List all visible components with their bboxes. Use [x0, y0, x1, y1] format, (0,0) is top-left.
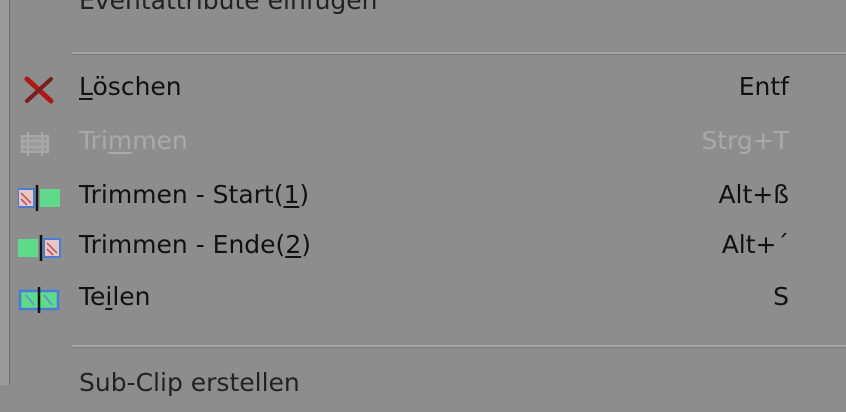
menu-item-shortcut: Strg+T [701, 126, 789, 155]
menu-item-eventattribute-einfuegen: Eventattribute einfügen [0, 0, 846, 30]
menu-item-shortcut: Entf [738, 72, 789, 101]
split-icon [18, 286, 66, 314]
menu-item-label: Löschen [79, 72, 182, 101]
menu-item-trimmen-start[interactable]: Trimmen - Start(1) Alt+ß [0, 172, 846, 224]
context-menu: Eventattribute einfügen Löschen Entf Tri… [0, 0, 846, 397]
menu-item-label: Trimmen [79, 126, 188, 155]
menu-item-label: Sub-Clip erstellen [79, 368, 300, 397]
menu-item-shortcut: Alt+ß [718, 180, 789, 209]
menu-item-trimmen: Trimmen Strg+T [0, 118, 846, 170]
trim-icon [18, 130, 66, 158]
menu-separator [72, 345, 846, 348]
trim-end-icon [18, 234, 66, 262]
delete-x-icon [18, 76, 66, 104]
menu-item-label: Trimmen - Ende(2) [79, 230, 311, 259]
menu-item-sub-clip-erstellen[interactable]: Sub-Clip erstellen [0, 360, 846, 412]
menu-item-label: Trimmen - Start(1) [79, 180, 310, 209]
trim-start-icon [17, 184, 66, 212]
menu-item-shortcut: Alt+´ [721, 230, 789, 259]
menu-item-shortcut: S [773, 282, 789, 311]
menu-item-trimmen-ende[interactable]: Trimmen - Ende(2) Alt+´ [0, 222, 846, 274]
menu-item-teilen[interactable]: Teilen S [0, 274, 846, 326]
menu-item-label: Eventattribute einfügen [79, 0, 378, 15]
menu-item-loeschen[interactable]: Löschen Entf [0, 64, 846, 116]
menu-separator [72, 52, 846, 55]
menu-item-label: Teilen [79, 282, 151, 311]
